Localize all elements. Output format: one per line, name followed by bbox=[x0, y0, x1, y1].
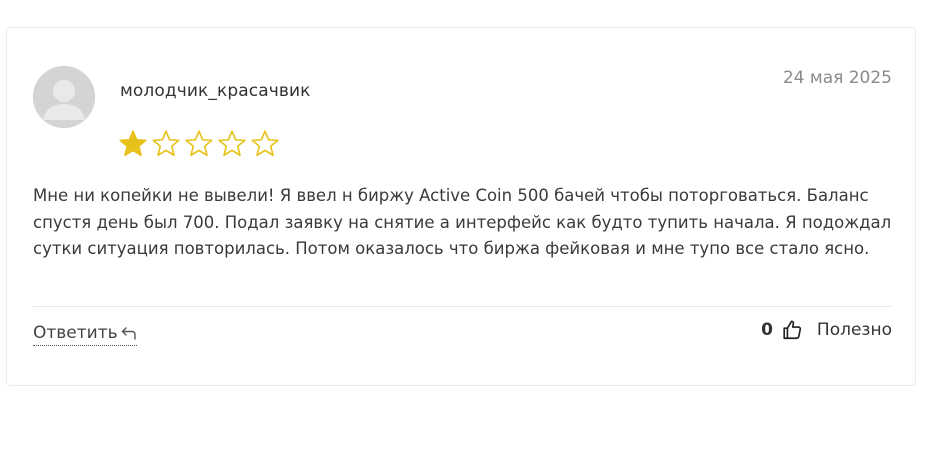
star-filled-icon bbox=[118, 129, 148, 159]
star-outline-icon bbox=[250, 129, 280, 159]
avatar bbox=[33, 66, 95, 128]
star-outline-icon bbox=[184, 129, 214, 159]
divider bbox=[33, 306, 891, 307]
helpful-label[interactable]: Полезно bbox=[817, 320, 892, 340]
star-rating bbox=[118, 129, 280, 159]
reply-arrow-icon bbox=[121, 326, 137, 340]
review-date: 24 мая 2025 bbox=[782, 68, 892, 88]
reply-button[interactable]: Ответить bbox=[33, 323, 137, 346]
review-text: Мне ни копейки не вывели! Я ввел н биржу… bbox=[33, 186, 892, 258]
review-card: молодчик_красачвик 24 мая 2025 Мне ни ко… bbox=[6, 27, 916, 386]
reply-label: Ответить bbox=[33, 323, 118, 343]
review-author: молодчик_красачвик bbox=[120, 81, 311, 101]
thumbs-up-icon[interactable] bbox=[781, 319, 803, 341]
star-outline-icon bbox=[217, 129, 247, 159]
user-placeholder-icon bbox=[33, 66, 95, 128]
helpful-count: 0 bbox=[761, 320, 773, 340]
star-outline-icon bbox=[151, 129, 181, 159]
helpful-section: 0 Полезно bbox=[761, 319, 892, 341]
